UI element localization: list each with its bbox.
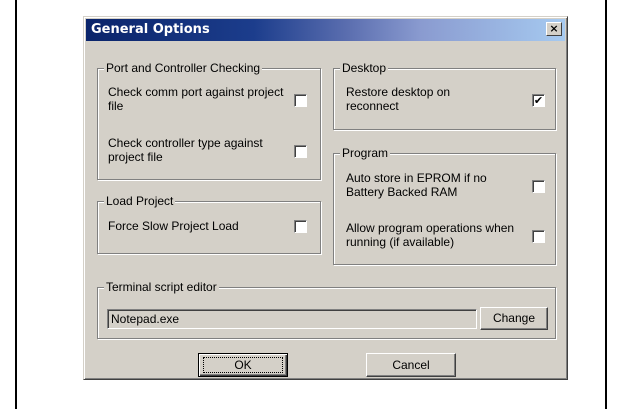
change-button[interactable]: Change xyxy=(480,307,548,330)
option-label-auto-store-eprom: Auto store in EPROM if no Battery Backed… xyxy=(346,171,487,199)
general-options-dialog: General Options × Port and Controller Ch… xyxy=(83,16,568,380)
group-label-load: Load Project xyxy=(104,194,176,208)
option-label-force-slow-load: Force Slow Project Load xyxy=(108,219,239,233)
ok-button-label: OK xyxy=(234,358,252,372)
group-label-terminal: Terminal script editor xyxy=(104,280,219,294)
title-bar[interactable]: General Options × xyxy=(86,19,565,41)
group-port-controller: Port and Controller Checking Check comm … xyxy=(97,61,321,180)
checkbox-allow-program-ops[interactable] xyxy=(532,230,545,243)
group-label-program: Program xyxy=(340,146,391,160)
group-label-port: Port and Controller Checking xyxy=(104,61,263,75)
group-label-desktop: Desktop xyxy=(340,61,389,75)
checkbox-check-controller-type[interactable] xyxy=(294,145,307,158)
group-desktop: Desktop Restore desktop on reconnect ✔ xyxy=(333,61,556,130)
group-load-project: Load Project Force Slow Project Load xyxy=(97,194,321,254)
group-terminal-editor: Terminal script editor Notepad.exe Chang… xyxy=(97,280,556,339)
checkbox-force-slow-load[interactable] xyxy=(294,220,307,233)
option-label-check-comm-port: Check comm port against project file xyxy=(108,85,284,113)
ok-button[interactable]: OK xyxy=(198,353,288,377)
cancel-button[interactable]: Cancel xyxy=(366,353,456,377)
checkbox-auto-store-eprom[interactable] xyxy=(532,180,545,193)
option-label-check-controller-type: Check controller type against project fi… xyxy=(108,136,263,164)
option-label-allow-program-ops: Allow program operations when running (i… xyxy=(346,221,515,249)
cancel-button-label: Cancel xyxy=(392,358,430,372)
checkbox-restore-desktop[interactable]: ✔ xyxy=(532,94,545,107)
checkbox-check-comm-port[interactable] xyxy=(294,94,307,107)
option-label-restore-desktop: Restore desktop on reconnect xyxy=(346,85,451,113)
terminal-editor-path-field[interactable]: Notepad.exe xyxy=(107,309,477,329)
window-title: General Options xyxy=(91,22,210,37)
close-icon: × xyxy=(549,22,559,35)
close-button[interactable]: × xyxy=(546,22,562,36)
checkmark-icon: ✔ xyxy=(533,94,544,107)
group-program: Program Auto store in EPROM if no Batter… xyxy=(333,146,556,265)
